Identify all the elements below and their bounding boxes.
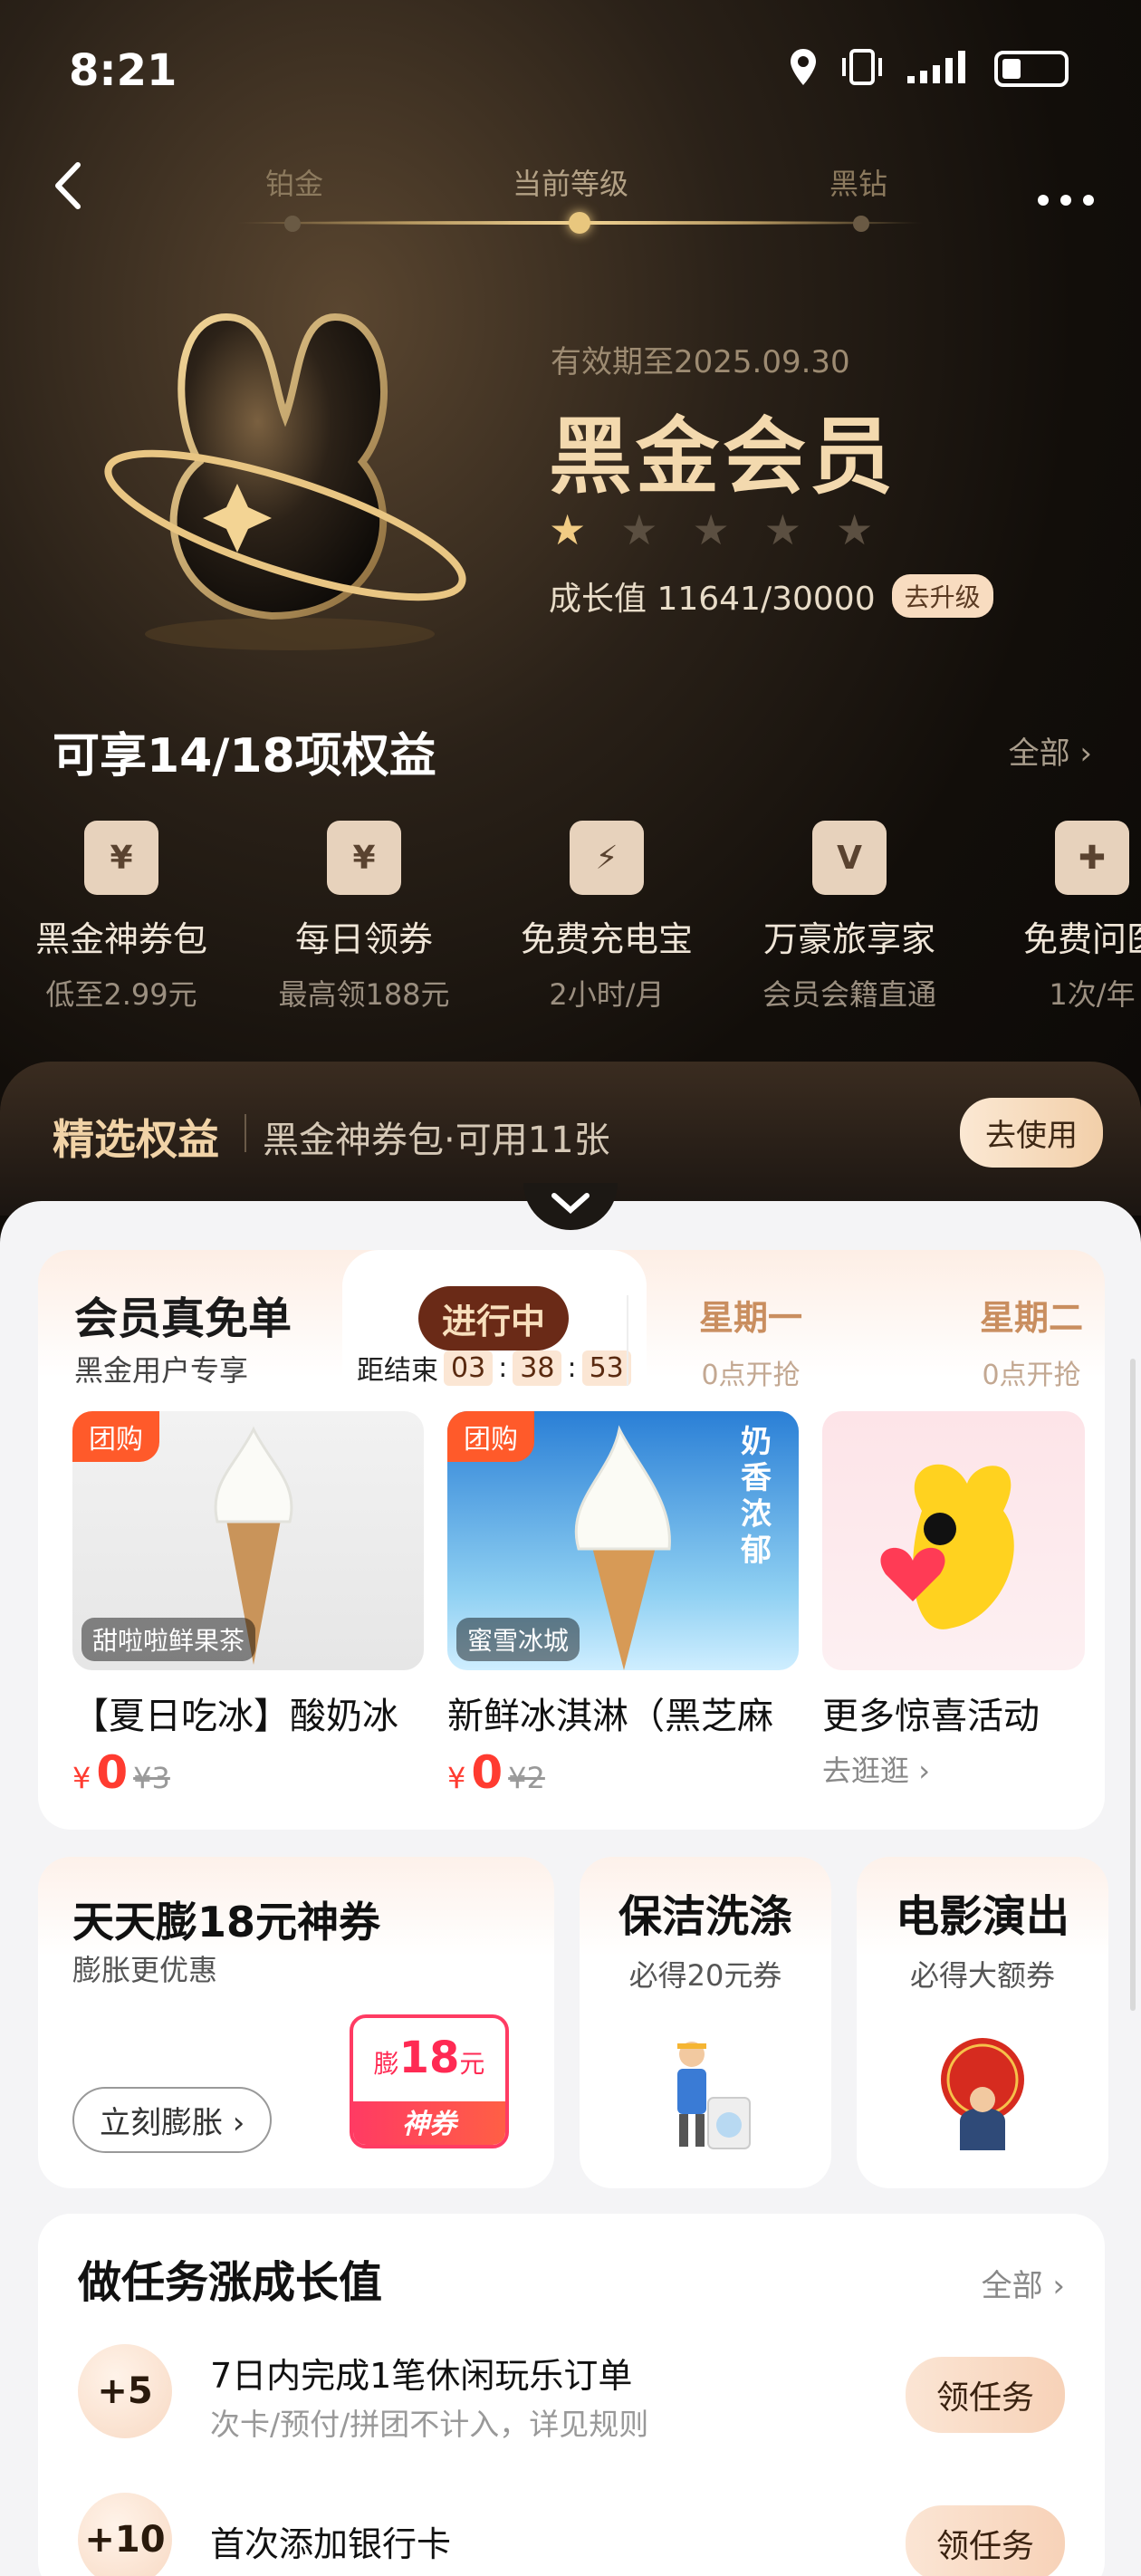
cleaning-card[interactable]: 保洁洗涤 必得20元券 [580,1857,831,2188]
task-title: 7日内完成1笔休闲玩乐订单 [210,2356,633,2396]
membership-expiry: 有效期至2025.09.30 [551,344,850,380]
product-image: 团购 甜啦啦鲜果茶 [72,1411,424,1670]
movie-title: 电影演出 [895,1891,1069,1942]
benefit-daily-coupon[interactable]: ¥ 每日领券 最高领188元 [243,821,485,1020]
swell-now-button[interactable]: 立刻膨胀 › [72,2087,273,2153]
movie-sub: 必得大额券 [909,1958,1055,1993]
more-button[interactable] [1036,159,1096,223]
benefits-row[interactable]: ¥ 黑金神券包 低至2.99元 ¥ 每日领券 最高领188元 ⚡ 免费充电宝 2… [0,821,1141,1020]
chevron-down-icon [551,1193,590,1215]
shop-name: 蜜雪冰城 [456,1618,580,1661]
benefit-free-doctor[interactable]: ✚ 免费问医 1次/年 [971,821,1141,1020]
upgrade-button[interactable]: 去升级 [891,574,993,618]
hotel-icon: V [812,821,887,895]
movie-poster-icon [933,2034,1032,2152]
level-label-platinum[interactable]: 铂金 [265,161,323,203]
signal-icon [906,49,974,89]
free-order-card: 会员真免单 黑金用户专享 进行中 距结束 03: 38: 53 星期一 0点开抢… [38,1250,1105,1830]
mascot-heart-image [822,1411,1085,1670]
task-item: +5 7日内完成1笔休闲玩乐订单 次卡/预付/拼团不计入，详见规则 领任务 [78,2341,1065,2449]
claim-task-button[interactable]: 领任务 [905,2357,1065,2433]
points-badge: +10 [78,2493,172,2576]
level-dot-platinum [284,216,301,232]
tab-tuesday[interactable]: 星期二 0点开抢 [980,1290,1083,1392]
in-progress-badge: 进行中 [418,1286,570,1350]
product-card[interactable]: 团购 奶香浓郁 蜜雪冰城 新鲜冰淇淋（黑芝麻 ¥0 ¥2 [447,1411,799,1799]
selected-benefits-desc: 黑金神券包·可用11张 [263,1120,610,1161]
benefits-title: 可享14/18项权益 [53,729,436,783]
free-order-sub: 黑金用户专享 [74,1353,249,1388]
use-now-button[interactable]: 去使用 [960,1098,1103,1168]
coupon-calendar-icon: ¥ [327,821,401,895]
status-bar: 8:21 [0,0,1141,136]
star-icon: ★ [549,505,587,554]
movie-card[interactable]: 电影演出 必得大额券 [857,1857,1108,2188]
tab-monday[interactable]: 星期一 0点开抢 [699,1290,802,1392]
power-bank-icon: ⚡ [570,821,644,895]
task-item: +10 首次添加银行卡 领任务 [78,2489,1065,2576]
battery-icon [994,51,1069,87]
product-image: 团购 奶香浓郁 蜜雪冰城 [447,1411,799,1670]
more-activities-title: 更多惊喜活动 [822,1696,1040,1737]
claim-task-button[interactable]: 领任务 [905,2505,1065,2576]
membership-title: 黑金会员 [549,409,897,505]
back-button[interactable] [51,161,87,210]
vibrate-icon [839,47,886,91]
tasks-title: 做任务涨成长值 [78,2257,383,2308]
status-icons [788,47,1069,91]
countdown: 距结束 03: 38: 53 [357,1348,631,1388]
product-price: ¥0 ¥2 [447,1746,545,1799]
group-buy-tag: 团购 [72,1411,159,1462]
product-price: ¥0 ¥3 [72,1746,170,1799]
swell-coupon-card[interactable]: 天天膨18元神券 膨胀更优惠 立刻膨胀 › 膨 18 元 神券 [38,1857,554,2188]
selected-benefits-label: 精选权益 [53,1115,219,1164]
star-icon: ★ [763,505,801,554]
free-order-title: 会员真免单 [74,1293,292,1344]
task-sub: 次卡/预付/拼团不计入，详见规则 [210,2407,649,2442]
task-title: 首次添加银行卡 [210,2524,452,2564]
level-track: 铂金 当前等级 黑钻 [235,167,924,245]
cleaning-worker-icon [656,2034,755,2152]
cleaning-title: 保洁洗涤 [618,1891,792,1942]
location-icon [788,47,819,91]
product-name: 【夏日吃冰】酸奶冰 [72,1696,398,1737]
product-banner: 奶香浓郁 [741,1424,772,1569]
shop-name: 甜啦啦鲜果茶 [82,1618,256,1661]
coupon-ticket: 膨 18 元 神券 [350,2014,509,2148]
star-icon: ★ [692,505,730,554]
browse-link[interactable]: 去逛逛 › [822,1748,1085,1790]
money-bag-icon: ¥ [84,821,158,895]
benefit-coupon-pack[interactable]: ¥ 黑金神券包 低至2.99元 [0,821,243,1020]
more-dots-icon [1038,195,1094,206]
status-time: 8:21 [69,45,177,96]
level-dot-black-diamond [853,216,869,232]
group-buy-tag: 团购 [447,1411,534,1462]
growth-value: 成长值 11641/30000 去升级 [549,572,993,620]
star-icon: ★ [836,505,874,554]
doctor-icon: ✚ [1055,821,1129,895]
swell-sub: 膨胀更优惠 [72,1953,218,1987]
benefit-power-bank[interactable]: ⚡ 免费充电宝 2小时/月 [485,821,728,1020]
benefits-all-link[interactable]: 全部 › [1009,728,1092,773]
points-badge: +5 [78,2344,172,2438]
product-card[interactable]: 团购 甜啦啦鲜果茶 【夏日吃冰】酸奶冰 ¥0 ¥3 [72,1411,424,1799]
mascot-illustration [91,281,489,661]
more-activities-card[interactable]: 更多惊喜活动 去逛逛 › [822,1411,1085,1790]
swell-title: 天天膨18元神券 [72,1898,381,1946]
membership-stars: ★ ★ ★ ★ ★ [549,505,873,554]
tasks-all-link[interactable]: 全部 › [982,2261,1065,2305]
level-label-current: 当前等级 [513,167,629,201]
level-dot-current [569,212,590,234]
product-name: 新鲜冰淇淋（黑芝麻 [447,1696,773,1737]
star-icon: ★ [620,505,658,554]
benefit-marriott[interactable]: V 万豪旅享家 会员会籍直通 [728,821,971,1020]
level-label-black-diamond[interactable]: 黑钻 [829,161,887,203]
scrollbar[interactable] [1130,1359,1136,2011]
chevron-left-icon [55,162,81,209]
tasks-card: 做任务涨成长值 全部 › +5 7日内完成1笔休闲玩乐订单 次卡/预付/拼团不计… [38,2214,1105,2576]
cleaning-sub: 必得20元券 [628,1958,782,1993]
growth-text: 成长值 11641/30000 [549,581,876,618]
